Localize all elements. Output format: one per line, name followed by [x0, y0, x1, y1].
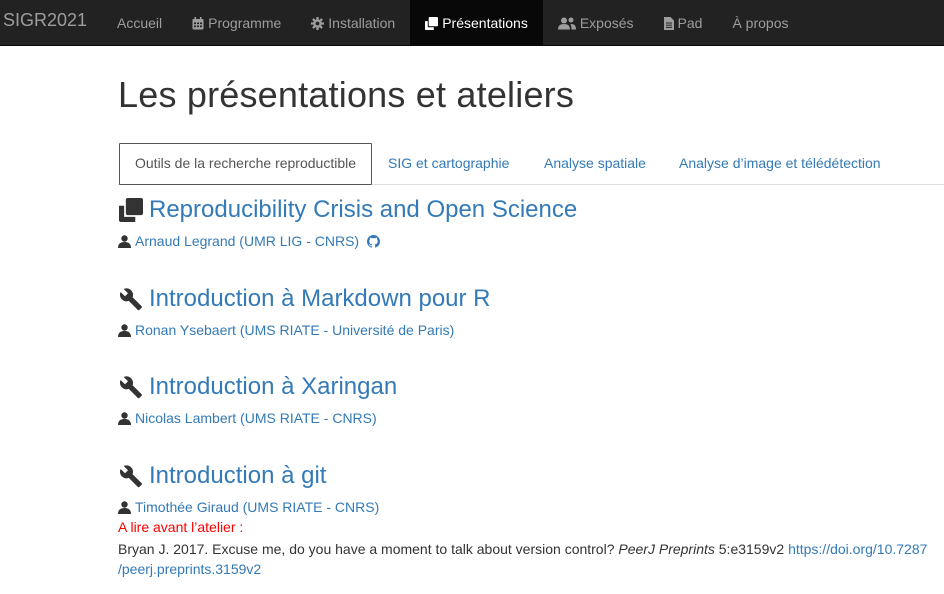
nav-item-label: Exposés [579, 15, 634, 31]
nav-item-installation[interactable]: Installation [296, 0, 410, 46]
author-link[interactable]: Ronan Ysebaert (UMS RIATE - Université d… [135, 322, 454, 338]
presentation-author: Arnaud Legrand (UMR LIG - CNRS) [118, 233, 577, 249]
user-icon [118, 234, 131, 248]
presentation-author: Ronan Ysebaert (UMS RIATE - Université d… [118, 322, 491, 338]
presentation-title-link[interactable]: Introduction à git [118, 462, 938, 490]
doi-link-line1: https://doi.org/10.7287 [788, 541, 928, 557]
navbar-brand[interactable]: SIGR2021 [3, 0, 87, 46]
presentation-title: Introduction à Markdown pour R [149, 285, 491, 312]
category-tabs: Outils de la recherche reproductible SIG… [118, 141, 944, 185]
presentation-title-link[interactable]: Reproducibility Crisis and Open Science [118, 196, 577, 224]
prereading-warning: A lire avant l’atelier : [118, 519, 244, 535]
user-icon [118, 411, 131, 425]
top-navbar: SIGR2021 Accueil Programme Installation … [0, 0, 944, 46]
presentation-title: Introduction à Xaringan [149, 373, 398, 400]
wrench-icon [118, 287, 143, 312]
gear-icon [311, 3, 325, 43]
user-icon [118, 500, 131, 514]
nav-item-pad[interactable]: Pad [649, 0, 718, 46]
nav-item-a-propos[interactable]: À propos [717, 0, 803, 46]
github-icon[interactable] [367, 234, 381, 248]
nav-item-exposes[interactable]: Exposés [543, 0, 649, 46]
nav-item-label: Programme [208, 15, 282, 31]
clone-icon [425, 3, 439, 43]
users-icon [557, 3, 576, 43]
user-icon [118, 323, 131, 337]
wrench-icon [118, 464, 143, 489]
presentation-item: Introduction à git Timothée Giraud (UMS … [118, 462, 938, 579]
nav-item-programme[interactable]: Programme [177, 0, 296, 46]
reference-id: 5:e3159v2 [718, 541, 785, 557]
nav-item-label: À propos [732, 15, 789, 31]
nav-item-label: Présentations [442, 15, 528, 31]
reference-citation: Bryan J. 2017. Excuse me, do you have a … [118, 539, 938, 579]
doi-link-line2: /peerj.preprints.3159v2 [118, 561, 262, 577]
page-title: Les présentations et ateliers [118, 74, 575, 115]
nav-item-label: Pad [677, 15, 703, 31]
presentation-title: Reproducibility Crisis and Open Science [149, 196, 578, 223]
presentation-title-link[interactable]: Introduction à Markdown pour R [118, 285, 491, 313]
author-link[interactable]: Arnaud Legrand (UMR LIG - CNRS) [135, 233, 359, 249]
presentation-title-link[interactable]: Introduction à Xaringan [118, 373, 397, 401]
presentation-title: Introduction à git [149, 462, 327, 489]
nav-item-presentations[interactable]: Présentations [410, 0, 543, 46]
navbar-menu: Accueil Programme Installation Présentat… [102, 0, 804, 46]
nav-item-accueil[interactable]: Accueil [102, 0, 177, 46]
tab-outils-recherche-reproductible[interactable]: Outils de la recherche reproductible [119, 143, 373, 185]
tab-sig-cartographie[interactable]: SIG et cartographie [373, 143, 524, 185]
presentation-item: Introduction à Xaringan Nicolas Lambert … [118, 373, 397, 426]
presentation-item: Introduction à Markdown pour R Ronan Yse… [118, 285, 491, 338]
presentation-author: Nicolas Lambert (UMS RIATE - CNRS) [118, 410, 397, 426]
reference-text: Bryan J. 2017. Excuse me, do you have a … [118, 541, 615, 557]
reference-journal: PeerJ Preprints [618, 541, 715, 557]
wrench-icon [118, 375, 143, 400]
nav-item-label: Installation [328, 15, 396, 31]
author-link[interactable]: Nicolas Lambert (UMS RIATE - CNRS) [135, 410, 377, 426]
calendar-icon [192, 3, 204, 43]
nav-item-label: Accueil [117, 15, 163, 31]
tab-analyse-spatiale[interactable]: Analyse spatiale [529, 143, 661, 185]
author-link[interactable]: Timothée Giraud (UMS RIATE - CNRS) [135, 499, 379, 515]
presentation-author: Timothée Giraud (UMS RIATE - CNRS) [118, 499, 938, 515]
file-icon [663, 3, 674, 43]
tab-analyse-image-teledetection[interactable]: Analyse d’image et télédétection [664, 143, 896, 185]
presentation-item: Reproducibility Crisis and Open Science … [118, 196, 577, 249]
clone-icon [118, 198, 143, 223]
